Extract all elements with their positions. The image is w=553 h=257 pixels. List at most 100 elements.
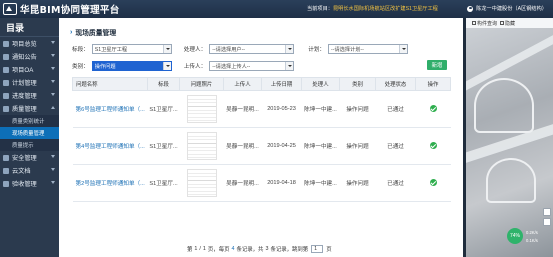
terminal-building [486, 158, 536, 203]
chevron-down-icon [51, 67, 55, 70]
uploader-label: 上传人： [183, 64, 207, 70]
uploader-select-value: --请选择上传人-- [212, 63, 251, 70]
top-bar: 华昆BIM协同管理平台 当前项目：昆明长水国际机场航站区改扩建S1卫星厅工程 陈… [0, 0, 553, 18]
acceptance-icon [3, 180, 9, 187]
photo-thumbnail[interactable] [186, 95, 217, 123]
approved-check-icon[interactable] [429, 104, 437, 112]
date-cell: 2019-05-23 [261, 90, 302, 128]
category-label: 类别： [72, 64, 89, 70]
category-cell: 操作问题 [339, 90, 376, 128]
logo-icon [3, 3, 17, 15]
nav-cloud-docs[interactable]: 云文档 [0, 164, 59, 177]
page-jump-select[interactable]: 1 [311, 245, 324, 253]
chevron-down-icon [51, 93, 55, 96]
pager-total: 3 [265, 246, 269, 252]
nav-label: 云文档 [12, 168, 31, 175]
category-cell: 操作问题 [339, 127, 376, 165]
handler-label: 处理人： [183, 47, 207, 53]
chevron-up-icon [51, 106, 55, 109]
tool-label: 隐藏 [505, 20, 516, 27]
sub-quality-stats[interactable]: 质量类别统计 [0, 115, 59, 127]
section-cell: S1卫星厅... [147, 164, 180, 202]
nav-label: 安全管理 [12, 155, 37, 162]
col-header-action: 操作 [415, 77, 451, 91]
pager-text: 第 [187, 247, 193, 253]
status-cell: 已通过 [375, 90, 416, 128]
sub-site-quality[interactable]: 现场质量管理 [0, 127, 59, 139]
progress-icon [3, 92, 9, 99]
app-title: 华昆BIM协同管理平台 [20, 5, 120, 16]
nav-progress[interactable]: 进度管理 [0, 89, 59, 102]
pager-text: 条记录，跳到第 [270, 247, 309, 253]
pager-text: 条记录，共 [236, 247, 264, 253]
category-select[interactable]: 操作问题 [91, 61, 172, 71]
nav-label: 质量管理 [12, 106, 37, 113]
bim-model-view[interactable]: 构件查询 隐藏 74% 0.2K/s 0.1K/s [466, 18, 553, 257]
section-select[interactable]: S1卫星厅工程 [91, 44, 172, 54]
nav-acceptance[interactable]: 验收管理 [0, 177, 59, 190]
query-icon [472, 21, 476, 25]
uploader-cell: 吴靜一昆明... [223, 164, 262, 202]
category-select-value: 操作问题 [94, 63, 116, 70]
col-header-status[interactable]: 处理状态 [375, 77, 416, 91]
filter-row-1: 标段： S1卫星厅工程 处理人： --请选择用户-- 计划： --请选择计划-- [72, 44, 408, 54]
photo-thumbnail[interactable] [186, 132, 217, 160]
issue-name-link[interactable]: 第6号监理工程师通知单（... [72, 90, 148, 128]
nav-notices[interactable]: 通知公告 [0, 50, 59, 63]
dropdown-arrow-icon [285, 62, 294, 70]
hide-tool[interactable]: 隐藏 [500, 20, 515, 27]
photo-thumbnail[interactable] [186, 169, 217, 197]
col-header-category[interactable]: 类别 [339, 77, 376, 91]
date-cell: 2019-04-25 [261, 127, 302, 165]
col-header-name[interactable]: 问题名称 [72, 77, 148, 91]
col-header-section[interactable]: 标段 [147, 77, 180, 91]
notice-icon [3, 53, 9, 60]
pager-text: 页，每页 [207, 247, 230, 253]
page-jump-value: 1 [314, 246, 317, 252]
nav-plan[interactable]: 计划管理 [0, 76, 59, 89]
zoom-in-icon[interactable] [543, 208, 551, 216]
nav-project-overview[interactable]: 项目总览 [0, 37, 59, 50]
col-header-date[interactable]: 上传日期 [261, 77, 302, 91]
col-header-uploader[interactable]: 上传人 [223, 77, 262, 91]
plan-icon [3, 79, 9, 86]
pagination: 第 1 / 1 页，每页 4 条记录，共 3 条记录，跳到第 1 页 [187, 245, 332, 253]
nav-label: 验收管理 [12, 181, 37, 188]
issue-name-link[interactable]: 第2号监理工程师通知单（... [72, 164, 148, 202]
safety-icon [3, 154, 9, 161]
nav-label: 项目OA [12, 67, 34, 74]
pager-current: 1 [194, 246, 198, 252]
memory-gauge: 74% [507, 228, 523, 244]
sidebar: 目录 项目总览 通知公告 项目OA 计划管理 进度管理 质量管理 质量类别统计 … [0, 18, 59, 257]
sub-quality-tips[interactable]: 质量提示 [0, 139, 59, 151]
issue-name-link[interactable]: 第4号监理工程师通知单（... [72, 127, 148, 165]
pager-text: / [199, 246, 201, 252]
plan-select[interactable]: --请选择计划-- [327, 44, 408, 54]
project-label: 当前项目： [307, 6, 333, 12]
dropdown-arrow-icon [285, 45, 294, 53]
pager-per-page[interactable]: 4 [231, 246, 234, 252]
handler-cell: 陈坤一中建... [301, 127, 340, 165]
status-cell: 已通过 [375, 164, 416, 202]
zoom-out-icon[interactable] [543, 218, 551, 226]
nav-quality[interactable]: 质量管理 [0, 102, 59, 115]
col-header-handler[interactable]: 处理人 [301, 77, 340, 91]
handler-select[interactable]: --请选择用户-- [209, 44, 295, 54]
approved-check-icon[interactable] [429, 178, 437, 186]
nav-safety[interactable]: 安全管理 [0, 151, 59, 164]
project-name[interactable]: 昆明长水国际机场航站区改扩建S1卫星厅工程 [333, 6, 438, 12]
pager-text: 页 [326, 247, 332, 253]
nav-project-oa[interactable]: 项目OA [0, 63, 59, 76]
plan-label: 计划： [308, 47, 325, 53]
section-cell: S1卫星厅... [147, 127, 180, 165]
nav-label: 计划管理 [12, 80, 37, 87]
user-name[interactable]: 陈龙一中建股份（A区钢结构） [476, 5, 547, 12]
bim-toolbar: 构件查询 隐藏 [466, 18, 553, 28]
component-query-tool[interactable]: 构件查询 [472, 20, 497, 27]
photo-cell [179, 164, 224, 202]
add-button[interactable]: 新增 [427, 60, 447, 70]
user-menu[interactable]: 陈龙一中建股份（A区钢结构） [467, 5, 547, 12]
approved-check-icon[interactable] [429, 141, 437, 149]
col-header-photo[interactable]: 问题照片 [179, 77, 224, 91]
uploader-select[interactable]: --请选择上传人-- [209, 61, 295, 71]
